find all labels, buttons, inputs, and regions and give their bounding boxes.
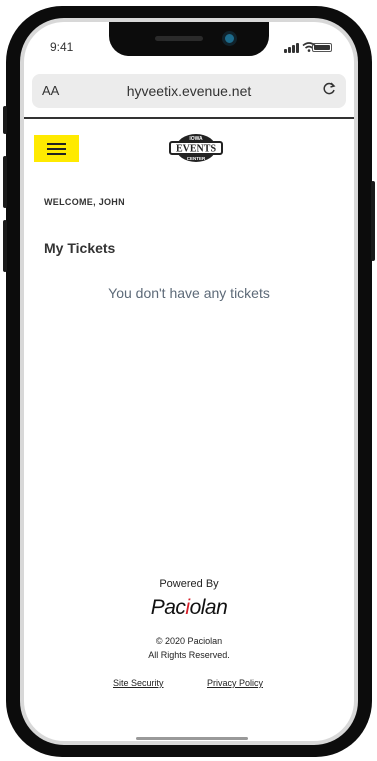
paciolan-logo[interactable]: Paciolan [24,596,354,620]
page-title: My Tickets [44,240,116,256]
signal-icon-bar [288,47,291,53]
powered-by-label: Powered By [159,578,219,590]
site-security-link[interactable]: Site Security [113,678,164,688]
battery-icon [312,43,332,52]
menu-button[interactable] [34,135,79,162]
silent-switch [3,106,7,134]
reload-icon[interactable] [322,81,336,102]
home-indicator[interactable] [136,737,248,740]
status-icons [284,41,332,53]
events-center-logo[interactable]: IOWA EVENTS CENTER [168,132,224,164]
signal-icon-bar [292,45,295,53]
copyright-line: © 2020 Paciolan [155,636,223,646]
phone-frame: 9:41 AA hyveetix.evenue.net IOWA EVENTS … [3,6,375,757]
signal-icon [284,49,287,53]
brand-name-end: olan [189,596,228,619]
privacy-policy-link[interactable]: Privacy Policy [207,678,263,688]
phone-screen: 9:41 AA hyveetix.evenue.net IOWA EVENTS … [24,22,354,741]
signal-icon-bar [296,43,299,53]
logo-top-text: IOWA [189,136,203,142]
address-bar[interactable]: AA hyveetix.evenue.net [32,74,346,108]
copyright-notice: © 2020 Paciolan All Rights Reserved. [24,634,354,662]
toolbar-divider [24,117,354,119]
volume-up-button [3,156,7,208]
front-camera [222,31,237,46]
hamburger-icon-line [47,153,66,155]
logo-bottom-text: CENTER [187,156,206,161]
volume-down-button [3,220,7,272]
hamburger-icon-line [47,148,66,150]
url-field[interactable]: hyveetix.evenue.net [32,83,346,99]
brand-name-start: Pac [150,596,186,619]
welcome-text: WELCOME, JOHN [44,197,125,207]
speaker-grille [155,36,203,41]
logo-main-text: EVENTS [176,144,216,155]
status-time: 9:41 [50,40,74,54]
power-button [371,181,375,261]
empty-state-message: You don't have any tickets [108,285,270,301]
rights-line: All Rights Reserved. [148,650,230,660]
notch [109,22,269,56]
hamburger-icon [47,143,66,145]
